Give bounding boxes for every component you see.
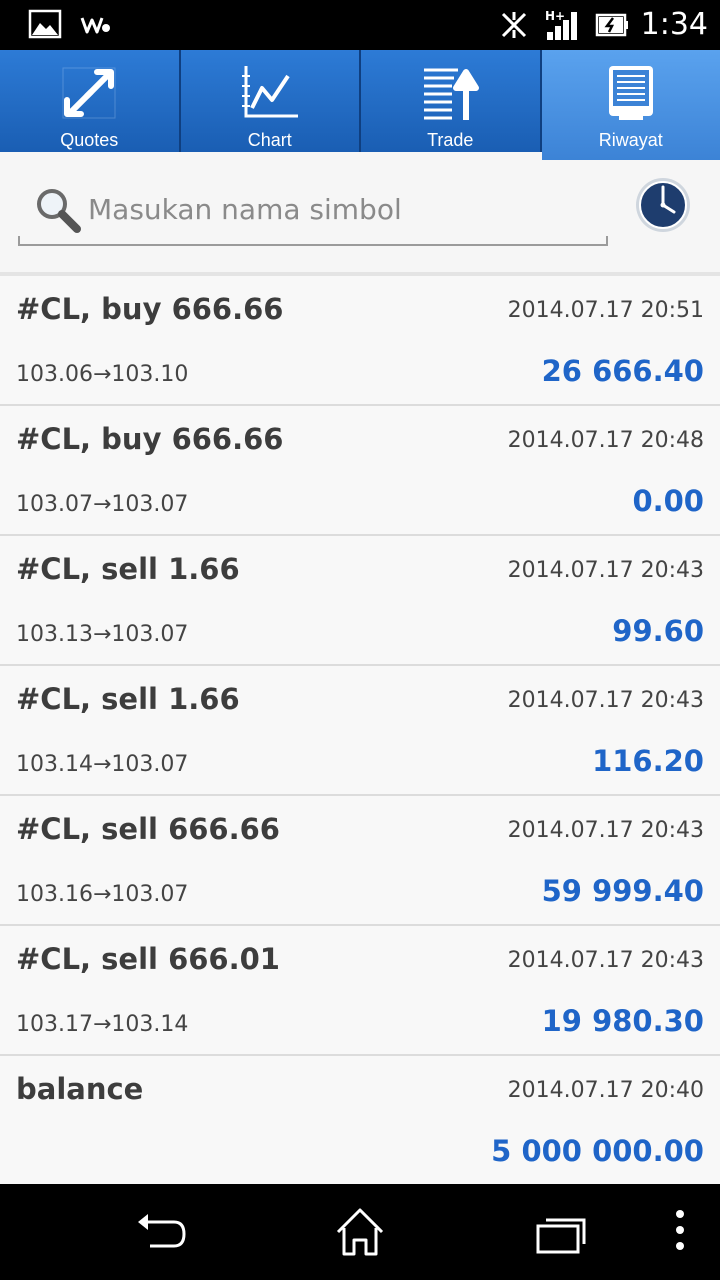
tab-quotes[interactable]: Quotes — [0, 50, 181, 152]
tab-trade[interactable]: Trade — [361, 50, 542, 152]
gallery-icon — [28, 9, 62, 39]
chart-icon — [241, 66, 298, 118]
deal-profit: 116.20 — [592, 744, 704, 778]
quotes-icon — [62, 67, 116, 119]
deal-title: #CL, sell 1.66 — [16, 682, 240, 716]
svg-text:H+: H+ — [545, 9, 565, 23]
deal-profit: 26 666.40 — [541, 354, 704, 388]
tab-history-label: Riwayat — [598, 130, 663, 150]
deal-time: 2014.07.17 20:43 — [507, 818, 704, 843]
search-bar — [0, 160, 720, 272]
tab-chart-label: Chart — [247, 130, 292, 150]
deal-prices: 103.14→103.07 — [16, 752, 189, 777]
deal-title: #CL, sell 1.66 — [16, 552, 240, 586]
history-icon — [608, 66, 653, 120]
search-input[interactable] — [88, 184, 598, 234]
search-icon — [37, 189, 81, 233]
history-row[interactable]: #CL, buy 666.66 2014.07.17 20:48 103.07→… — [0, 406, 720, 536]
deal-time: 2014.07.17 20:51 — [507, 298, 704, 323]
deal-prices: 103.06→103.10 — [16, 362, 189, 387]
deal-title: #CL, buy 666.66 — [16, 292, 284, 326]
deal-prices: 103.17→103.14 — [16, 1012, 189, 1037]
deal-profit: 0.00 — [632, 484, 704, 518]
back-icon[interactable] — [130, 1204, 190, 1260]
walkman-icon — [80, 17, 110, 34]
history-row[interactable]: #CL, sell 666.66 2014.07.17 20:43 103.16… — [0, 796, 720, 926]
search-field[interactable] — [18, 182, 608, 246]
history-row[interactable]: #CL, sell 1.66 2014.07.17 20:43 103.13→1… — [0, 536, 720, 666]
deal-time: 2014.07.17 20:48 — [507, 428, 704, 453]
tab-chart[interactable]: Chart — [181, 50, 361, 152]
deal-profit: 5 000 000.00 — [491, 1134, 704, 1168]
deal-time: 2014.07.17 20:43 — [507, 688, 704, 713]
deal-title: balance — [16, 1072, 144, 1106]
deal-profit: 19 980.30 — [541, 1004, 704, 1038]
history-row[interactable]: balance 2014.07.17 20:40 5 000 000.00 — [0, 1056, 720, 1186]
tab-history[interactable]: Riwayat — [541, 50, 720, 160]
trade-icon — [424, 68, 480, 120]
deal-title: #CL, sell 666.01 — [16, 942, 280, 976]
data-off-icon — [501, 12, 526, 38]
tab-bar: Quotes Chart Trade Riwayat — [0, 50, 720, 160]
history-list: #CL, buy 666.66 2014.07.17 20:51 103.06→… — [0, 276, 720, 1186]
status-bar: H+ 1:34 — [0, 0, 720, 50]
tab-trade-label: Trade — [427, 130, 474, 150]
navigation-bar — [0, 1184, 720, 1280]
history-row[interactable]: #CL, buy 666.66 2014.07.17 20:51 103.06→… — [0, 276, 720, 406]
deal-profit: 99.60 — [612, 614, 704, 648]
recent-apps-icon[interactable] — [532, 1204, 592, 1260]
deal-time: 2014.07.17 20:40 — [507, 1078, 704, 1103]
deal-time: 2014.07.17 20:43 — [507, 948, 704, 973]
tab-quotes-label: Quotes — [60, 130, 119, 150]
deal-prices: 103.16→103.07 — [16, 882, 189, 907]
home-icon[interactable] — [330, 1204, 390, 1260]
deal-title: #CL, buy 666.66 — [16, 422, 284, 456]
signal-hplus-icon: H+ — [545, 9, 577, 40]
deal-prices: 103.07→103.07 — [16, 492, 189, 517]
clock-time: 1:34 — [640, 7, 708, 42]
history-row[interactable]: #CL, sell 666.01 2014.07.17 20:43 103.17… — [0, 926, 720, 1056]
history-row[interactable]: #CL, sell 1.66 2014.07.17 20:43 103.14→1… — [0, 666, 720, 796]
deal-title: #CL, sell 666.66 — [16, 812, 280, 846]
clock-icon[interactable] — [634, 176, 692, 234]
deal-time: 2014.07.17 20:43 — [507, 558, 704, 583]
battery-icon — [595, 13, 628, 37]
deal-prices: 103.13→103.07 — [16, 622, 189, 647]
overflow-menu-icon[interactable] — [650, 1204, 710, 1260]
deal-profit: 59 999.40 — [541, 874, 704, 908]
